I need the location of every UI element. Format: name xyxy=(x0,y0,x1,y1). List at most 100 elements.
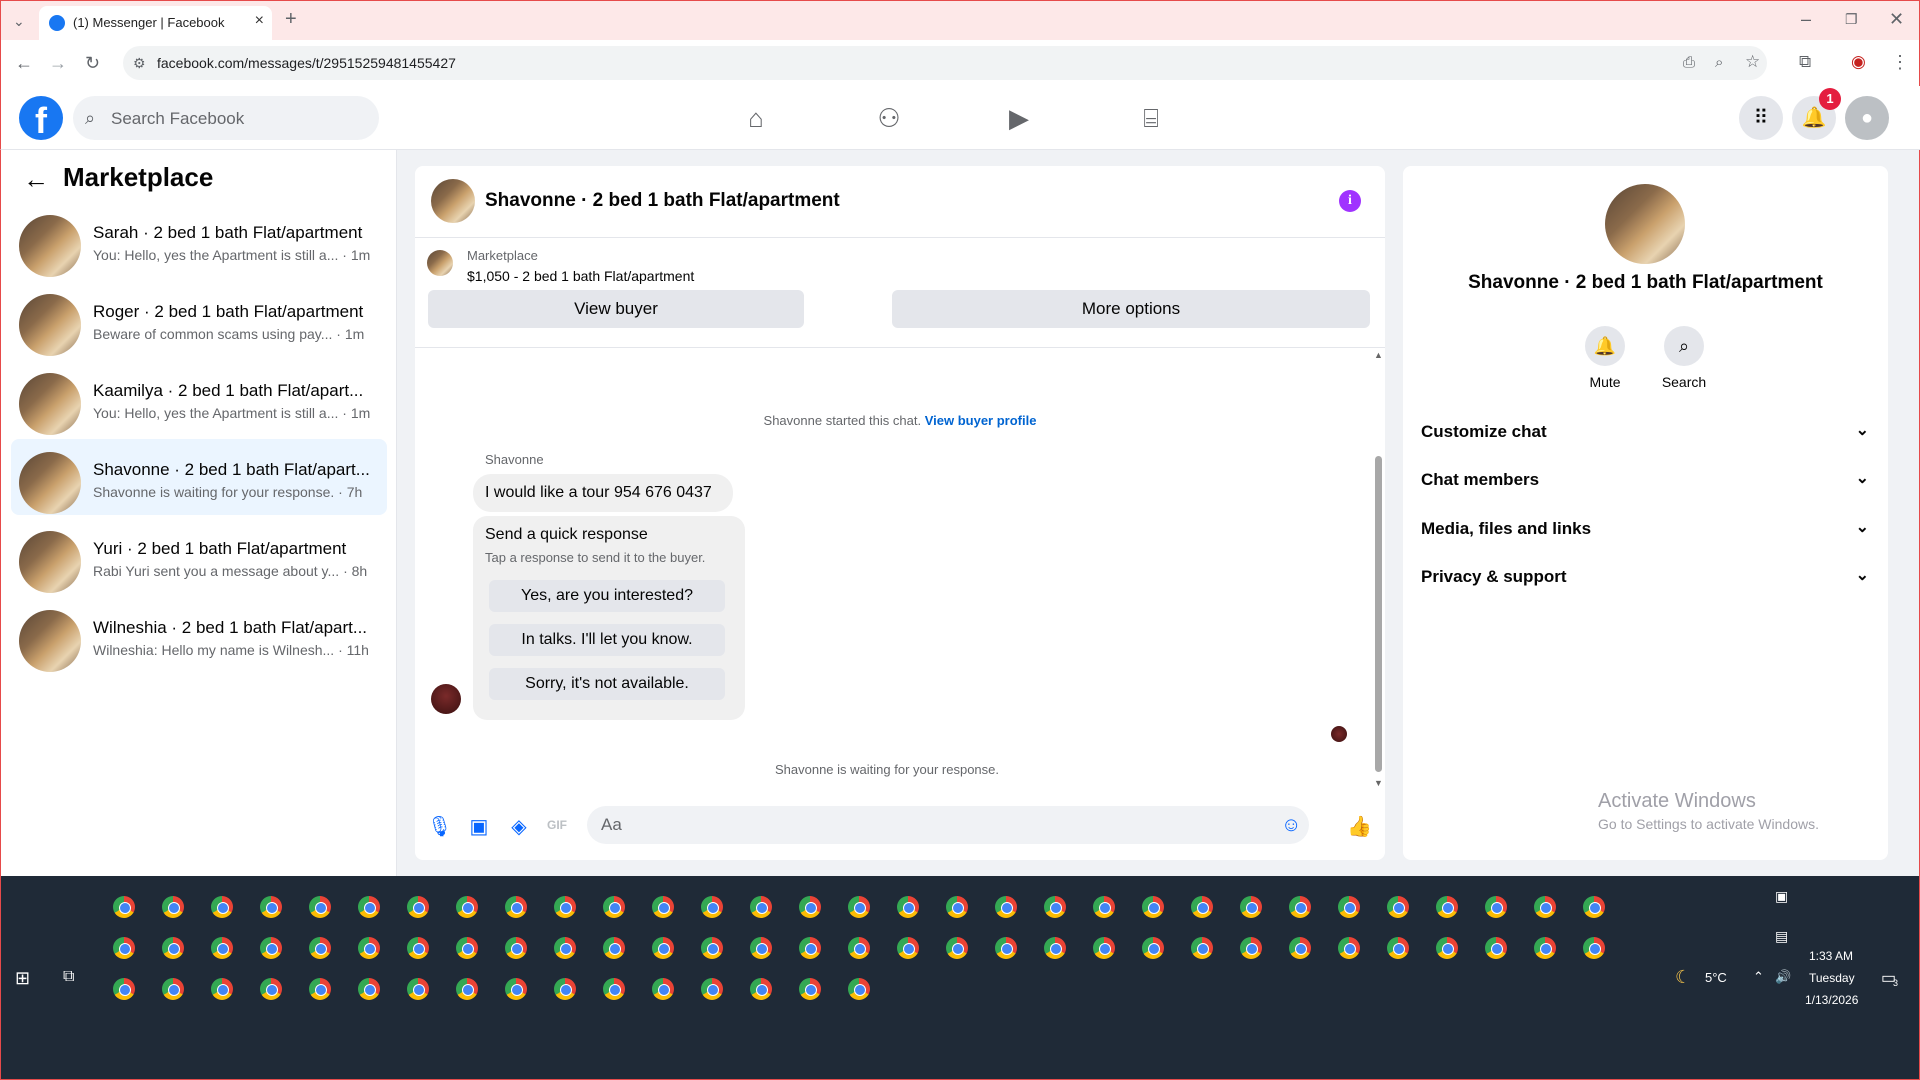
scroll-down-icon[interactable]: ▼ xyxy=(1374,778,1383,788)
taskbar-app-icon[interactable] xyxy=(603,896,625,918)
like-thumb-icon[interactable]: 👍 xyxy=(1347,814,1372,839)
back-icon[interactable]: ← xyxy=(15,53,33,73)
more-options-button[interactable]: More options xyxy=(892,290,1370,328)
taskbar-app-icon[interactable] xyxy=(1142,896,1164,918)
taskbar-app-icon[interactable] xyxy=(554,978,576,1000)
gif-icon[interactable]: GIF xyxy=(545,818,569,832)
windows-start-icon[interactable]: ⊞ xyxy=(15,968,30,989)
taskbar-app-icon[interactable] xyxy=(1387,937,1409,959)
view-buyer-button[interactable]: View buyer xyxy=(428,290,804,328)
mute-bell-icon[interactable]: 🔔 xyxy=(1585,326,1625,366)
desktop-icon[interactable]: ▤ xyxy=(1775,928,1788,945)
taskbar-app-icon[interactable] xyxy=(848,937,870,959)
clock-date[interactable]: 1/13/2026 xyxy=(1805,993,1858,1007)
home-icon[interactable]: ⌂ xyxy=(738,100,774,136)
chat-title[interactable]: Shavonne · 2 bed 1 bath Flat/apartment xyxy=(485,190,840,212)
taskbar-app-icon[interactable] xyxy=(1387,896,1409,918)
zoom-icon[interactable]: ⌕ xyxy=(1715,53,1723,73)
sticker-icon[interactable]: ◈ xyxy=(507,814,531,839)
taskbar-app-icon[interactable] xyxy=(309,896,331,918)
taskbar-app-icon[interactable] xyxy=(799,896,821,918)
marketplace-icon[interactable]: ⌸ xyxy=(1133,100,1169,136)
weather-moon-icon[interactable]: ☾ xyxy=(1675,967,1691,988)
search-chat-icon[interactable]: ⌕ xyxy=(1664,326,1704,366)
taskbar-app-icon[interactable] xyxy=(1240,937,1262,959)
taskbar-app-icon[interactable] xyxy=(407,937,429,959)
taskbar-app-icon[interactable] xyxy=(162,937,184,959)
taskbar-app-icon[interactable] xyxy=(505,937,527,959)
taskbar-app-icon[interactable] xyxy=(260,978,282,1000)
scrollbar-thumb[interactable] xyxy=(1375,456,1382,772)
taskbar-app-icon[interactable] xyxy=(848,978,870,1000)
taskbar-app-icon[interactable] xyxy=(1485,896,1507,918)
clock-day[interactable]: Tuesday xyxy=(1809,971,1855,985)
taskbar-app-icon[interactable] xyxy=(701,896,723,918)
taskbar-app-icon[interactable] xyxy=(456,978,478,1000)
taskbar-app-icon[interactable] xyxy=(554,937,576,959)
microphone-icon[interactable]: 🎙 xyxy=(427,814,452,839)
taskbar-app-icon[interactable] xyxy=(162,978,184,1000)
install-app-icon[interactable]: ⎙ xyxy=(1683,53,1695,73)
taskbar-app-icon[interactable] xyxy=(652,896,674,918)
taskbar-app-icon[interactable] xyxy=(358,937,380,959)
taskbar-app-icon[interactable] xyxy=(946,937,968,959)
chrome-menu-icon[interactable]: ⋮ xyxy=(1891,52,1909,72)
tab-close-icon[interactable]: × xyxy=(255,12,264,30)
minimize-icon[interactable]: – xyxy=(1801,9,1811,29)
browser-tab[interactable]: (1) Messenger | Facebook × xyxy=(39,6,272,41)
taskbar-app-icon[interactable] xyxy=(897,896,919,918)
taskbar-app-icon[interactable] xyxy=(848,896,870,918)
taskbar-app-icon[interactable] xyxy=(1044,937,1066,959)
video-icon[interactable]: ▶ xyxy=(1001,100,1037,136)
taskbar-app-icon[interactable] xyxy=(1534,937,1556,959)
new-tab-icon[interactable]: + xyxy=(285,9,297,29)
taskbar-app-icon[interactable] xyxy=(309,978,331,1000)
info-icon[interactable]: i xyxy=(1339,190,1361,212)
taskbar-app-icon[interactable] xyxy=(554,896,576,918)
task-view-icon[interactable]: ⧉ xyxy=(63,968,74,986)
site-info-icon[interactable]: ⚙ xyxy=(133,53,146,73)
account-avatar[interactable]: ● xyxy=(1845,96,1889,140)
forward-icon[interactable]: → xyxy=(49,53,67,73)
message-input[interactable]: Aa ☺ xyxy=(587,806,1309,844)
taskbar-app-icon[interactable] xyxy=(1191,896,1213,918)
sender-avatar[interactable] xyxy=(431,684,461,714)
taskbar-app-icon[interactable] xyxy=(799,978,821,1000)
taskbar-app-icon[interactable] xyxy=(211,937,233,959)
view-buyer-profile-link[interactable]: View buyer profile xyxy=(925,413,1037,428)
weather-temp[interactable]: 5°C xyxy=(1705,970,1727,985)
taskbar-app-icon[interactable] xyxy=(750,978,772,1000)
privacy-support-section[interactable]: Privacy & support ⌄ xyxy=(1419,557,1875,597)
taskbar-app-icon[interactable] xyxy=(1289,937,1311,959)
quick-response-option[interactable]: Sorry, it's not available. xyxy=(489,668,725,700)
taskbar-app-icon[interactable] xyxy=(211,978,233,1000)
taskbar-app-icon[interactable] xyxy=(260,937,282,959)
extensions-icon[interactable]: ⧉ xyxy=(1799,52,1811,72)
taskbar-app-icon[interactable] xyxy=(1338,937,1360,959)
volume-icon[interactable]: 🔊 xyxy=(1775,969,1791,985)
taskbar-app-icon[interactable] xyxy=(946,896,968,918)
conversation-item[interactable]: Yuri · 2 bed 1 bath Flat/apartment Rabi … xyxy=(11,518,387,594)
quick-response-option[interactable]: In talks. I'll let you know. xyxy=(489,624,725,656)
taskbar-app-icon[interactable] xyxy=(1534,896,1556,918)
taskbar-app-icon[interactable] xyxy=(358,978,380,1000)
taskbar-app-icon[interactable] xyxy=(1093,896,1115,918)
scroll-up-icon[interactable]: ▲ xyxy=(1374,350,1383,360)
taskbar-app-icon[interactable] xyxy=(505,978,527,1000)
taskbar-app-icon[interactable] xyxy=(1485,937,1507,959)
taskbar-app-icon[interactable] xyxy=(456,937,478,959)
taskbar-app-icon[interactable] xyxy=(358,896,380,918)
chat-listing-thumbnail[interactable] xyxy=(431,179,475,223)
facebook-logo-icon[interactable]: f xyxy=(19,96,63,140)
menu-grid-icon[interactable]: ⠿ xyxy=(1739,96,1783,140)
customize-chat-section[interactable]: Customize chat ⌄ xyxy=(1419,412,1875,452)
taskbar-app-icon[interactable] xyxy=(1583,896,1605,918)
taskbar-app-icon[interactable] xyxy=(1583,937,1605,959)
taskbar-app-icon[interactable] xyxy=(701,937,723,959)
taskbar-app-icon[interactable] xyxy=(701,978,723,1000)
taskbar-app-icon[interactable] xyxy=(603,978,625,1000)
taskbar-app-icon[interactable] xyxy=(750,896,772,918)
conversation-item[interactable]: Kaamilya · 2 bed 1 bath Flat/apart... Yo… xyxy=(11,360,387,436)
taskbar-app-icon[interactable] xyxy=(309,937,331,959)
tray-chevron-icon[interactable]: ⌃ xyxy=(1753,969,1764,985)
